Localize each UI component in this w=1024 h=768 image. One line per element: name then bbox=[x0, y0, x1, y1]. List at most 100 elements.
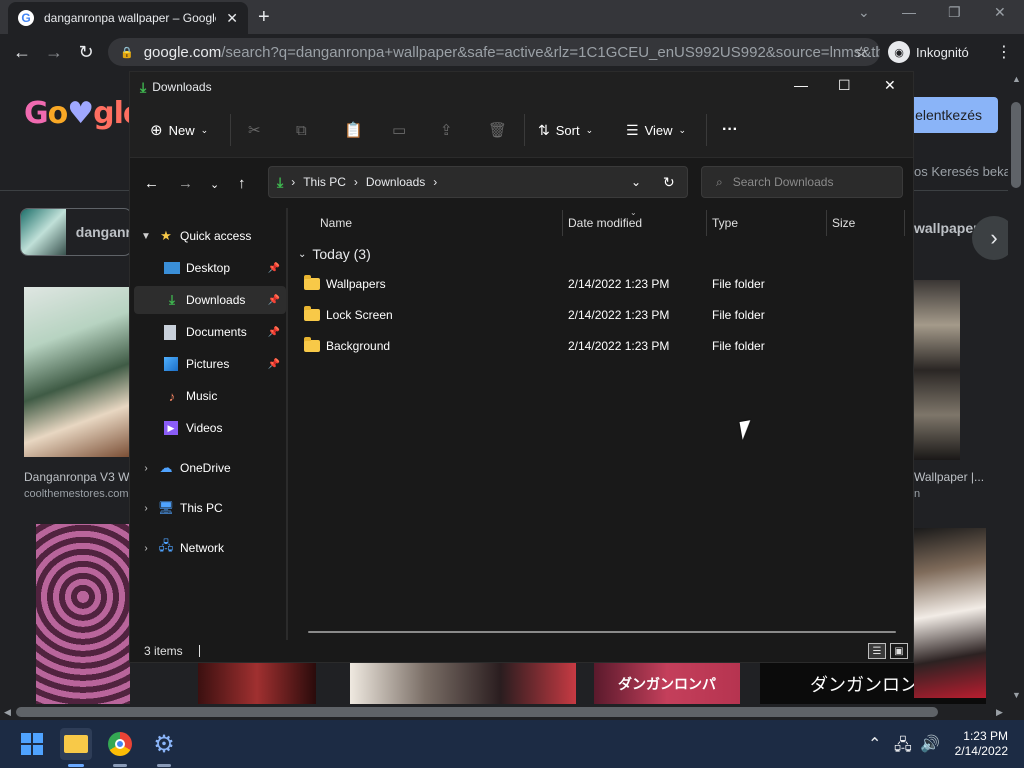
chevron-down-icon[interactable]: ⌄ bbox=[298, 249, 306, 260]
lock-icon[interactable]: 🔒 bbox=[120, 46, 134, 59]
column-header-type[interactable]: Type bbox=[712, 216, 738, 230]
more-options-icon[interactable]: ··· bbox=[722, 120, 738, 140]
tiles-view-icon[interactable]: ▣ bbox=[890, 643, 908, 659]
search-input[interactable]: ⌕ Search Downloads bbox=[701, 166, 903, 198]
nav-quick-access[interactable]: ▼ ★ Quick access bbox=[134, 222, 286, 250]
explorer-address-bar[interactable]: ⤓ › This PC › Downloads › ⌄ ↻ bbox=[268, 166, 688, 198]
browser-close-button[interactable]: ✕ bbox=[994, 4, 1006, 21]
chevron-down-icon[interactable]: ▼ bbox=[138, 231, 154, 242]
chevron-right-icon[interactable]: › bbox=[138, 463, 154, 474]
system-clock[interactable]: 1:23 PM 2/14/2022 bbox=[948, 729, 1008, 759]
image-result[interactable] bbox=[350, 662, 576, 706]
group-header-today[interactable]: ⌄ Today (3) bbox=[298, 246, 371, 262]
sort-button[interactable]: ⇅ Sort ⌄ bbox=[538, 120, 593, 140]
incognito-badge[interactable]: ◉ Inkognitó bbox=[888, 38, 969, 66]
copy-icon[interactable]: ⧉ bbox=[296, 120, 307, 140]
new-button[interactable]: ⊕ New ⌄ bbox=[150, 120, 208, 140]
page-horizontal-scroll-thumb[interactable] bbox=[16, 707, 938, 717]
nav-music[interactable]: ♪ Music bbox=[134, 382, 286, 410]
nav-this-pc[interactable]: › 🖥 This PC bbox=[134, 494, 286, 522]
google-doodle-logo[interactable]: Go♥gle bbox=[24, 96, 143, 131]
column-header-size[interactable]: Size bbox=[832, 216, 855, 230]
view-button[interactable]: ☰ View ⌄ bbox=[626, 120, 686, 140]
column-header-name[interactable]: Name bbox=[320, 216, 352, 230]
browser-menu-icon[interactable]: ⋮ bbox=[996, 42, 1012, 62]
explorer-close-button[interactable]: ✕ bbox=[884, 77, 896, 94]
nav-videos[interactable]: ▶ Videos bbox=[134, 414, 286, 442]
table-row[interactable]: Lock Screen 2/14/2022 1:23 PM File folde… bbox=[304, 301, 904, 329]
taskbar-file-explorer[interactable] bbox=[60, 728, 92, 760]
image-result[interactable] bbox=[24, 287, 130, 457]
table-row[interactable]: Background 2/14/2022 1:23 PM File folder bbox=[304, 332, 904, 360]
rename-icon[interactable]: ▭ bbox=[392, 120, 406, 140]
forward-arrow-icon[interactable]: → bbox=[38, 42, 70, 63]
tab-close-icon[interactable]: ✕ bbox=[226, 10, 238, 27]
browser-tab[interactable]: G danganronpa wallpaper – Google ✕ bbox=[8, 2, 248, 34]
nav-onedrive[interactable]: › ☁ OneDrive bbox=[134, 454, 286, 482]
cut-icon[interactable]: ✂ bbox=[248, 120, 261, 140]
new-tab-button[interactable]: + bbox=[258, 6, 270, 29]
nav-desktop[interactable]: Desktop 📌 bbox=[134, 254, 286, 282]
chevron-up-icon[interactable]: ⌃ bbox=[868, 734, 881, 754]
column-header-date[interactable]: Date modified bbox=[568, 216, 642, 230]
back-arrow-icon[interactable]: ← bbox=[144, 175, 159, 192]
pin-icon[interactable]: 📌 bbox=[268, 327, 280, 338]
scroll-up-icon[interactable]: ▲ bbox=[1012, 74, 1021, 84]
scroll-right-icon[interactable]: ▶ bbox=[996, 707, 1003, 718]
nav-network[interactable]: › 🖧 Network bbox=[134, 534, 286, 562]
page-vertical-scroll-thumb[interactable] bbox=[1011, 102, 1021, 188]
column-divider[interactable] bbox=[562, 210, 563, 236]
recent-locations-icon[interactable]: ⌄ bbox=[210, 178, 219, 191]
image-result[interactable] bbox=[914, 528, 986, 698]
pin-icon[interactable]: 📌 bbox=[268, 359, 280, 370]
image-result-caption[interactable]: Wallpaper |... bbox=[914, 470, 984, 484]
chevron-right-icon[interactable]: › bbox=[138, 543, 154, 554]
address-dropdown-icon[interactable]: ⌄ bbox=[631, 167, 641, 197]
explorer-minimize-button[interactable]: — bbox=[794, 77, 808, 93]
bookmark-star-icon[interactable]: ☆ bbox=[855, 43, 868, 61]
browser-restore-button[interactable]: ❐ bbox=[948, 4, 961, 21]
browser-minimize-button[interactable]: — bbox=[902, 4, 916, 20]
start-button[interactable] bbox=[16, 728, 48, 760]
explorer-maximize-button[interactable]: ☐ bbox=[838, 77, 851, 94]
column-divider[interactable] bbox=[826, 210, 827, 236]
scroll-left-icon[interactable]: ◀ bbox=[4, 707, 11, 718]
chevron-right-icon[interactable]: › bbox=[138, 503, 154, 514]
delete-icon[interactable]: 🗑 bbox=[488, 120, 507, 140]
details-view-icon[interactable]: ☰ bbox=[868, 643, 886, 659]
image-result-caption[interactable]: Danganronpa V3 W bbox=[24, 470, 129, 484]
nav-pictures[interactable]: Pictures 📌 bbox=[134, 350, 286, 378]
safe-search-text[interactable]: os Keresés beka bbox=[914, 164, 1011, 179]
pin-icon[interactable]: 📌 bbox=[268, 263, 280, 274]
paste-icon[interactable]: 📋 bbox=[344, 120, 363, 140]
column-divider[interactable] bbox=[904, 210, 905, 236]
scroll-down-icon[interactable]: ▼ bbox=[1012, 690, 1021, 700]
related-search-chip-right[interactable]: wallpaper bbox=[914, 220, 979, 236]
breadcrumb-downloads[interactable]: Downloads bbox=[366, 175, 425, 189]
back-arrow-icon[interactable]: ← bbox=[6, 42, 38, 63]
horizontal-scrollbar[interactable] bbox=[308, 631, 896, 633]
explorer-titlebar[interactable]: ⤓ Downloads — ☐ ✕ bbox=[130, 72, 913, 102]
tab-search-icon[interactable]: ⌄ bbox=[858, 4, 870, 21]
breadcrumb-this-pc[interactable]: This PC bbox=[303, 175, 346, 189]
nav-documents[interactable]: Documents 📌 bbox=[134, 318, 286, 346]
volume-icon[interactable]: 🔊 bbox=[920, 734, 940, 754]
share-icon[interactable]: ⇪ bbox=[440, 120, 453, 140]
address-bar[interactable]: 🔒 google.com/search?q=danganronpa+wallpa… bbox=[108, 38, 880, 66]
image-result[interactable] bbox=[914, 280, 960, 460]
refresh-icon[interactable]: ↻ bbox=[663, 167, 675, 197]
forward-arrow-icon[interactable]: → bbox=[178, 175, 193, 192]
image-result[interactable] bbox=[36, 524, 130, 706]
table-row[interactable]: Wallpapers 2/14/2022 1:23 PM File folder bbox=[304, 270, 904, 298]
up-arrow-icon[interactable]: ↑ bbox=[238, 175, 246, 192]
nav-downloads[interactable]: ⤓ Downloads 📌 bbox=[134, 286, 286, 314]
image-result[interactable]: ダンガンロンパ bbox=[594, 662, 740, 706]
taskbar-chrome[interactable] bbox=[104, 728, 136, 760]
taskbar-settings[interactable]: ⚙ bbox=[148, 728, 180, 760]
image-result[interactable] bbox=[198, 662, 316, 706]
related-search-chip[interactable]: danganr bbox=[20, 208, 132, 256]
network-icon[interactable]: 🖧 bbox=[894, 734, 912, 761]
reload-icon[interactable]: ↻ bbox=[70, 42, 102, 63]
column-divider[interactable] bbox=[706, 210, 707, 236]
pin-icon[interactable]: 📌 bbox=[268, 295, 280, 306]
